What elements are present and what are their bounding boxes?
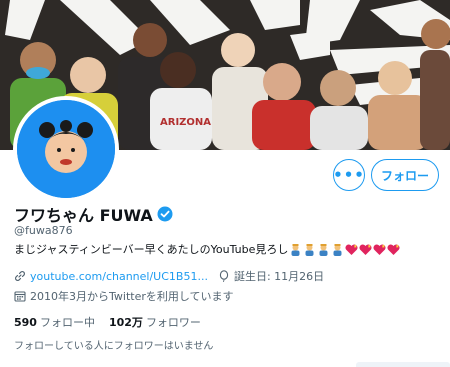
- person-emoji: [333, 243, 342, 256]
- calendar-icon: [14, 291, 26, 302]
- bottom-edge-strip: [356, 362, 450, 367]
- follow-stats: 590 フォロー中 102万 フォロワー: [14, 314, 201, 330]
- balloon-icon: [219, 270, 229, 282]
- heart-emoji: [387, 243, 400, 255]
- followers-label[interactable]: フォロワー: [146, 314, 201, 330]
- following-label[interactable]: フォロー中: [40, 314, 95, 330]
- profile-name-row: フワちゃん FUWA: [14, 202, 173, 226]
- website-link[interactable]: youtube.com/channel/UC1B51...: [30, 270, 208, 283]
- profile-handle: @fuwa876: [14, 224, 73, 237]
- joined-text: 2010年3月からTwitterを利用しています: [30, 290, 234, 303]
- display-name: フワちゃん FUWA: [14, 206, 153, 225]
- svg-text:ARIZONA: ARIZONA: [160, 117, 211, 128]
- heart-emoji: [345, 243, 358, 255]
- mutual-followers-note: フォローしている人にフォロワーはいません: [14, 341, 214, 352]
- followers-count[interactable]: 102万: [109, 314, 143, 330]
- person-emoji: [319, 243, 328, 256]
- bio-text: まじジャスティンビーバー早くあたしのYouTube見ろし: [14, 243, 289, 256]
- verified-badge-icon[interactable]: [157, 206, 173, 222]
- birthday-text: 誕生日: 11月26日: [233, 270, 325, 283]
- more-icon: •••: [333, 166, 365, 184]
- avatar-image: [17, 100, 115, 198]
- more-options-button[interactable]: •••: [333, 159, 365, 191]
- follow-button[interactable]: フォロー: [371, 159, 439, 191]
- following-count[interactable]: 590: [14, 316, 37, 329]
- link-icon: [15, 271, 25, 281]
- person-emoji: [305, 243, 314, 256]
- heart-emoji: [359, 243, 372, 255]
- profile-meta-row: youtube.com/channel/UC1B51... 誕生日: 11月26…: [14, 268, 324, 284]
- profile-avatar[interactable]: [13, 96, 119, 202]
- profile-joined-row: 2010年3月からTwitterを利用しています: [14, 288, 234, 304]
- heart-emoji: [373, 243, 386, 255]
- follow-button-label: フォロー: [380, 168, 429, 183]
- profile-bio: まじジャスティンビーバー早くあたしのYouTube見ろし: [14, 241, 400, 257]
- person-emoji: [291, 243, 300, 256]
